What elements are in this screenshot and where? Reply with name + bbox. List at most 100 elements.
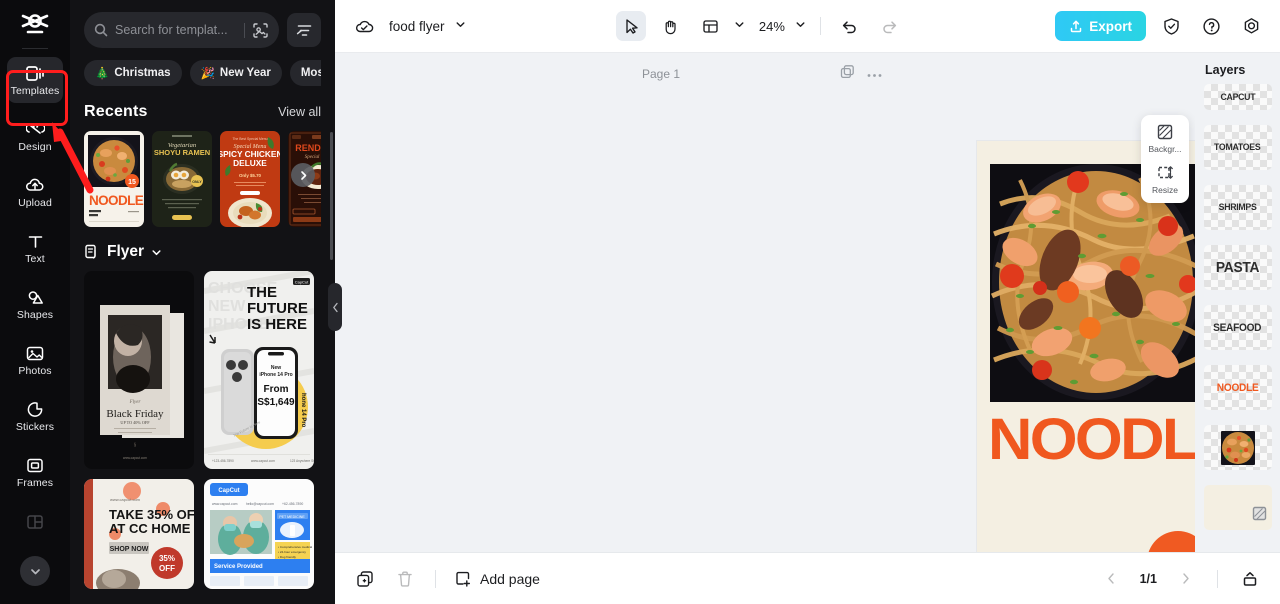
toolbar-divider <box>819 17 821 35</box>
panel-collapse-handle[interactable] <box>328 283 342 331</box>
layer-label: CAPCUT <box>1220 91 1255 103</box>
sidebar-item-text[interactable]: Text <box>7 225 63 271</box>
background-tool-button[interactable]: Backgr... <box>1143 123 1187 154</box>
redo-button[interactable] <box>875 11 905 41</box>
layout-chevron-down-icon[interactable] <box>734 17 745 35</box>
svg-text:TAKE 35% OFF: TAKE 35% OFF <box>109 507 194 522</box>
sidebar-item-upload[interactable]: Upload <box>7 169 63 215</box>
shield-check-icon[interactable] <box>1156 11 1186 41</box>
prev-page-button[interactable] <box>1098 565 1126 593</box>
svg-text:SHOP NOW: SHOP NOW <box>110 546 149 553</box>
resize-icon <box>1158 166 1173 179</box>
resize-tool-button[interactable]: Resize <box>1143 164 1187 195</box>
shapes-icon <box>26 288 45 307</box>
sidebar-item-frames[interactable]: Frames <box>7 449 63 495</box>
recents-next-button[interactable] <box>291 163 315 187</box>
layer-item-pasta[interactable]: PASTA <box>1203 245 1272 290</box>
background-icon <box>1157 124 1173 140</box>
settings-gear-icon[interactable] <box>1236 11 1266 41</box>
chevron-down-icon[interactable] <box>151 247 162 258</box>
duplicate-button[interactable] <box>351 565 379 593</box>
svg-text:DELUXE: DELUXE <box>233 158 267 168</box>
flyer-title: Flyer <box>107 243 145 260</box>
list-item[interactable]: www.capcut.com TAKE 35% OFF AT CC HOME S… <box>84 479 194 589</box>
undo-button[interactable] <box>835 11 865 41</box>
svg-text:S$1,649: S$1,649 <box>257 397 295 408</box>
sidebar-item-templates[interactable]: Templates <box>7 57 63 103</box>
sidebar-item-label: Shapes <box>16 308 54 321</box>
export-upload-icon <box>1071 20 1082 33</box>
poster-headline[interactable]: NOODLE <box>988 411 1215 469</box>
layout-tool-button[interactable] <box>696 11 726 41</box>
canvas-area[interactable]: Page 1 NOODLE Backgr... Resize Layers CA… <box>335 53 1280 552</box>
select-tool-button[interactable] <box>615 11 646 41</box>
timeline-toggle-button[interactable] <box>1236 565 1264 593</box>
sidebar-item-label: Text <box>25 252 45 265</box>
list-item[interactable]: The Best Special Menu Special Menu SPICY… <box>220 131 280 227</box>
list-item[interactable]: Flyer Black Friday UP TO 40% OFF § www.c… <box>84 271 194 469</box>
sidebar-item-label: Frames <box>16 476 54 489</box>
chip-new-year[interactable]: 🎉 New Year <box>189 60 282 86</box>
list-item[interactable]: CapCut www.capcut.com hello@capcut.com +… <box>204 479 314 589</box>
view-all-link[interactable]: View all <box>278 105 321 119</box>
upload-cloud-icon <box>25 176 45 195</box>
layer-item-capcut[interactable]: CAPCUT <box>1203 84 1272 110</box>
resize-label: Resize <box>1152 185 1178 195</box>
layer-item-background[interactable] <box>1203 485 1272 530</box>
filter-button[interactable] <box>287 13 321 47</box>
page-header-row: Page 1 <box>642 64 882 84</box>
recents-title: Recents <box>84 103 148 120</box>
hand-tool-button[interactable] <box>656 11 686 41</box>
help-circle-icon[interactable] <box>1196 11 1226 41</box>
svg-text:CapCut: CapCut <box>218 488 239 494</box>
layer-item-seafood[interactable]: SEAFOOD <box>1203 305 1272 350</box>
layer-item-tomatoes[interactable]: TOMATOES <box>1203 125 1272 170</box>
svg-text:hone 14 Pro: hone 14 Pro <box>300 393 306 428</box>
svg-text:UP TO 40% OFF: UP TO 40% OFF <box>120 420 150 425</box>
sidebar-item-shapes[interactable]: Shapes <box>7 281 63 327</box>
background-label: Backgr... <box>1148 144 1182 154</box>
more-dots-icon[interactable] <box>867 65 882 83</box>
chip-christmas[interactable]: 🎄 Christmas <box>84 60 182 86</box>
list-item[interactable]: 15 NOODLE <box>84 131 144 227</box>
search-input[interactable]: Search for templat... <box>84 12 279 48</box>
list-item[interactable]: CHOOSE NEW IPHONE CapCut THE FUTURE IS H… <box>204 271 314 469</box>
export-button[interactable]: Export <box>1055 11 1147 41</box>
text-icon <box>27 232 44 251</box>
chip-most[interactable]: Most <box>289 60 321 86</box>
duplicate-page-icon[interactable] <box>840 64 855 84</box>
zoom-level[interactable]: 24% <box>759 19 785 34</box>
flyer-section-header[interactable]: Flyer <box>84 243 321 261</box>
sidebar-item-photos[interactable]: Photos <box>7 337 63 383</box>
project-chevron-down-icon[interactable] <box>455 17 466 35</box>
templates-icon <box>25 64 45 83</box>
next-page-button[interactable] <box>1171 565 1199 593</box>
layer-item-noodle[interactable]: NOODLE <box>1203 365 1272 410</box>
layer-label: SEAFOOD <box>1213 321 1262 334</box>
left-icon-rail: Templates Design Upload Text Shapes Phot… <box>0 0 70 604</box>
list-item[interactable]: Vegetarian SHOYU RAMEN ONLY <box>152 131 212 227</box>
layer-item-image[interactable] <box>1203 425 1272 470</box>
svg-text:ONLY: ONLY <box>192 180 202 184</box>
svg-text:www.capcut.com: www.capcut.com <box>212 502 238 506</box>
chevron-down-icon <box>30 568 40 574</box>
capcut-logo-icon <box>18 10 52 40</box>
cloud-saved-icon[interactable] <box>349 11 379 41</box>
svg-text:Black Friday: Black Friday <box>106 408 164 420</box>
add-page-button[interactable]: Add page <box>454 570 540 588</box>
svg-text:CapCut: CapCut <box>295 280 309 285</box>
zoom-chevron-down-icon[interactable] <box>795 17 806 35</box>
svg-text:RENDANG: RENDANG <box>295 143 321 153</box>
panel-scrollbar[interactable] <box>330 132 333 260</box>
sidebar-item-design[interactable]: Design <box>7 113 63 159</box>
svg-text:NOODLE: NOODLE <box>89 193 144 208</box>
expand-more-button[interactable] <box>20 556 50 586</box>
sidebar-item-stickers[interactable]: Stickers <box>7 393 63 439</box>
image-search-icon[interactable] <box>252 22 269 39</box>
delete-button[interactable] <box>391 565 419 593</box>
svg-text:THE: THE <box>247 284 277 301</box>
project-name[interactable]: food flyer <box>389 19 445 34</box>
layer-label: NOODLE <box>1216 381 1259 394</box>
layer-item-shrimps[interactable]: SHRIMPS <box>1203 185 1272 230</box>
sidebar-item-layout-partial[interactable] <box>7 499 63 545</box>
